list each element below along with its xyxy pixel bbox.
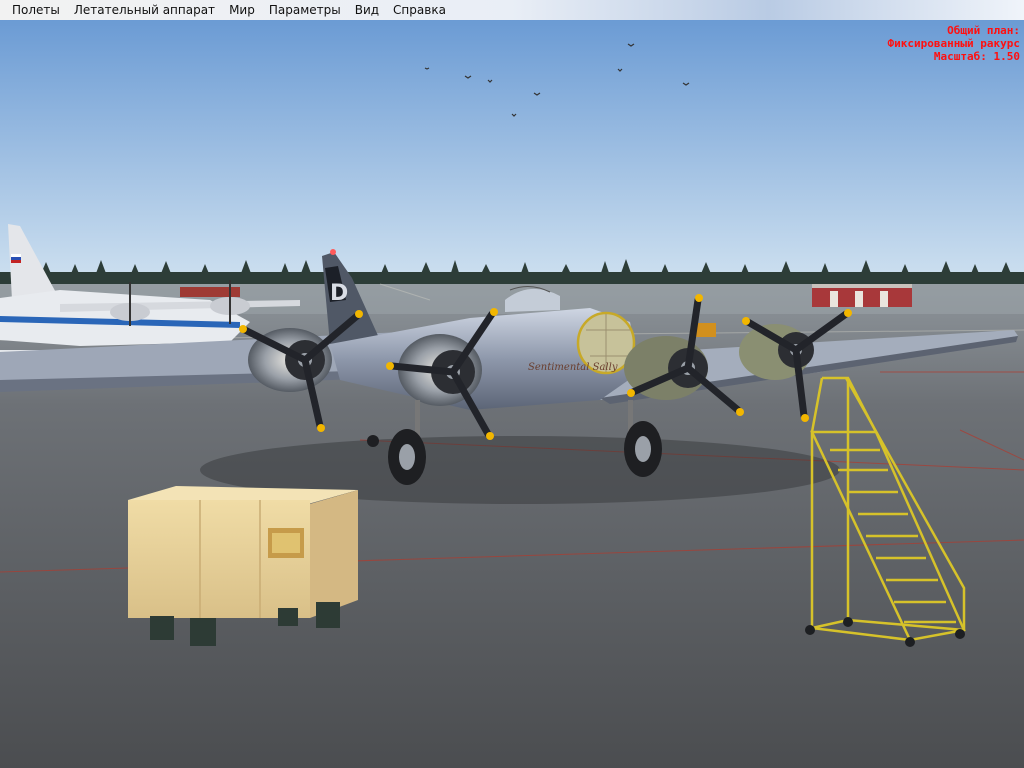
menu-options[interactable]: Параметры (262, 0, 348, 20)
menu-bar: Полеты Летательный аппарат Мир Параметры… (0, 0, 1024, 20)
hud-view-mode: Общий план: (947, 24, 1020, 37)
simulator-viewport[interactable]: D Sentimental Sally (0, 20, 1024, 768)
menu-flights[interactable]: Полеты (0, 0, 67, 20)
hud-zoom: Масштаб: 1.50 (933, 50, 1020, 63)
nose-art: Sentimental Sally (528, 362, 618, 373)
menu-views[interactable]: Вид (348, 0, 386, 20)
menu-aircraft[interactable]: Летательный аппарат (67, 0, 222, 20)
view-info-overlay: Общий план: Фиксированный ракурс Масштаб… (888, 24, 1020, 63)
menu-help[interactable]: Справка (386, 0, 453, 20)
tail-letter: D (330, 281, 348, 306)
sky (0, 20, 1024, 285)
menu-world[interactable]: Мир (222, 0, 262, 20)
hangar (812, 284, 912, 307)
hud-camera-mode: Фиксированный ракурс (887, 37, 1020, 50)
